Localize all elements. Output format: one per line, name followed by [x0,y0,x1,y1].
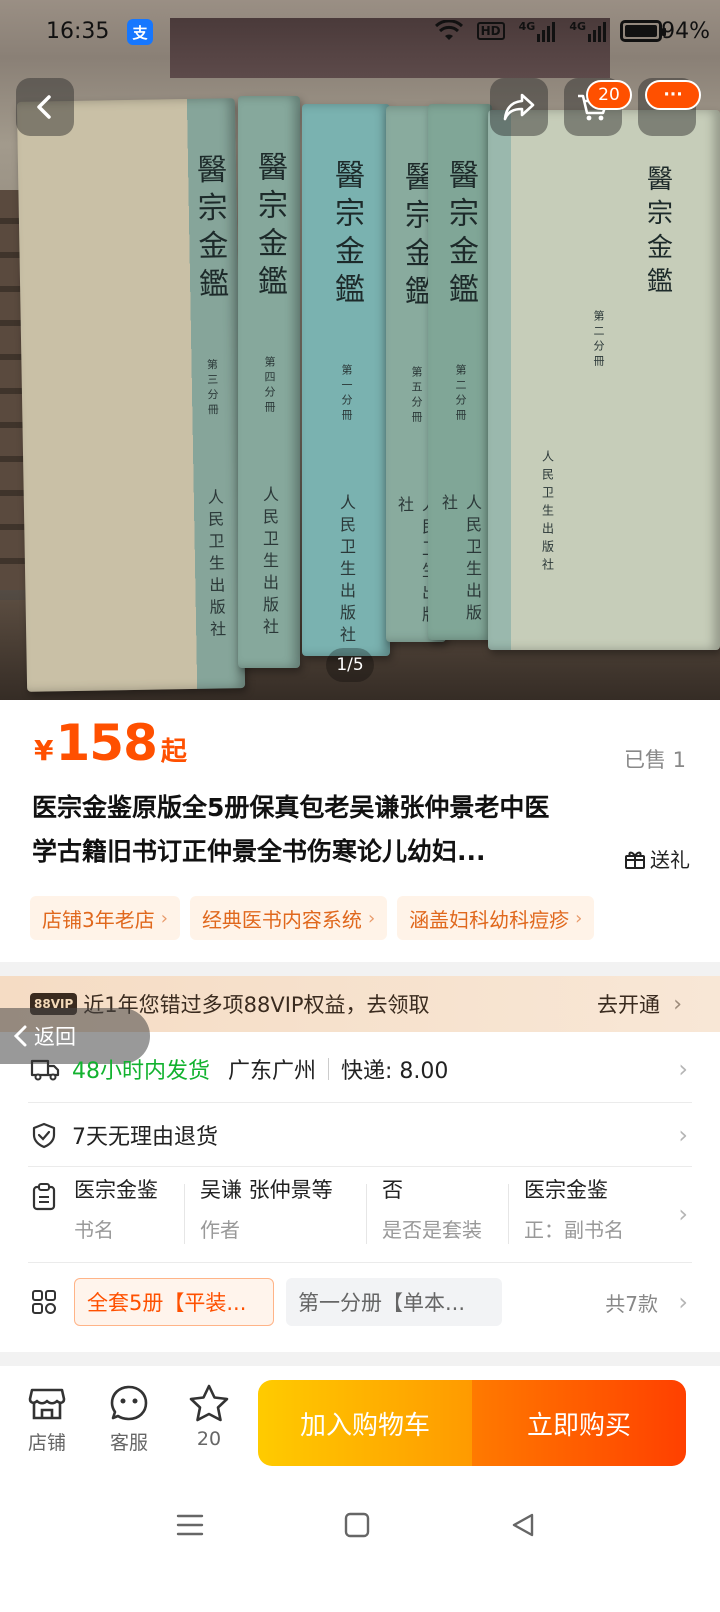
status-icons: HD 4G 4G [434,20,666,42]
bottom-action-bar: 店铺 客服 20 加入购物车 立即购买 [0,1366,720,1476]
shipping-row[interactable]: 48小时内发货 广东广州 快递: 8.00 › [28,1044,692,1094]
clipboard-icon [32,1183,56,1211]
shop-button[interactable]: 店铺 [12,1384,82,1455]
divider [366,1184,367,1244]
net-label: 4G [518,20,536,33]
param-author: 吴谦 张仲景等 作者 [200,1178,333,1242]
add-to-cart-button[interactable]: 加入购物车 [258,1380,472,1466]
ship-fee: 快递: 8.00 [341,1059,449,1084]
menu-icon[interactable] [176,1512,204,1538]
service-button[interactable]: 客服 [94,1384,164,1455]
param-subtitle: 医宗金鉴 正：副书名 [524,1178,622,1242]
signal-icon-2: 4G [569,20,606,42]
product-title-line1: 医宗金鉴原版全5册保真包老吴谦张仲景老中医 [32,793,550,822]
cart-count-badge: 20 [586,80,632,110]
product-detail-page: 醫宗金鑑 第三分冊 人民卫生出版社 醫宗金鑑 第四分冊 人民卫生出版社 醫宗金鑑… [0,0,720,1612]
share-button[interactable] [490,78,548,136]
sku-option[interactable]: 第一分册【单本... [286,1278,502,1326]
book-volume-1: 醫宗金鑑 第一分冊 人民卫生出版社 [302,104,390,656]
gift-button[interactable]: 送礼 [624,844,690,873]
photo-page-counter: 1/5 [326,648,374,682]
book-volume-4: 醫宗金鑑 第四分冊 人民卫生出版社 [238,96,300,668]
section-divider [0,1352,720,1366]
tag-shop-age[interactable]: 店铺3年老店 › [30,896,180,940]
section-divider [0,962,720,976]
delivery-truck-icon [30,1059,60,1081]
tag-coverage[interactable]: 涵盖妇科幼科痘疹 › [397,896,595,940]
returns-text: 7天无理由退货 [72,1125,218,1150]
chevron-right-icon: › [160,907,168,929]
divider [28,1102,692,1103]
chevron-right-icon: › [678,1200,688,1228]
chat-face-icon [110,1385,148,1421]
chevron-right-icon: › [678,1288,688,1316]
param-book-name: 医宗金鉴 书名 [74,1178,158,1242]
shop-label: 店铺 [27,1432,66,1454]
price-section: ¥ 158 起 已售 1 医宗金鉴原版全5册保真包老吴谦张仲景老中医 学古籍旧书… [0,700,720,962]
divider [328,1058,330,1080]
back-triangle-icon[interactable] [510,1512,536,1538]
chevron-right-icon: › [673,991,682,1017]
buy-now-button[interactable]: 立即购买 [472,1380,686,1466]
book-volume-cover: 醫宗金鑑 第二分冊 人民卫生出版社 [488,110,720,650]
ship-time: 48小时内发货 [72,1059,210,1084]
system-nav-bar [0,1476,720,1612]
hd-icon: HD [476,22,505,40]
home-square-icon[interactable] [344,1512,370,1538]
status-time: 16:35 [46,19,110,44]
sold-count: 已售 1 [623,748,686,772]
divider [28,1166,692,1167]
chevron-right-icon: › [678,1121,688,1149]
book-volume-3: 醫宗金鑑 第三分冊 人民卫生出版社 [16,98,246,692]
price: ¥ 158 起 [34,714,187,772]
book-volume-2: 醫宗金鑑 第二分冊 人民卫生出版社 [428,104,492,640]
alipay-icon: 支 [127,19,153,45]
tag-classic-books[interactable]: 经典医书内容系统 › [189,896,388,940]
chevron-right-icon: › [678,1055,688,1083]
sku-row[interactable]: 全套5册【平装... 第一分册【单本... 共7款 › [28,1276,692,1328]
product-title[interactable]: 医宗金鉴原版全5册保真包老吴谦张仲景老中医 学古籍旧书订正仲景全书伤寒论儿幼妇.… [32,786,592,874]
battery-icon [620,20,666,42]
divider [508,1184,509,1244]
price-value: 158 [55,714,157,772]
param-is-set: 否 是否是套装 [382,1178,482,1242]
chevron-right-icon: › [575,907,583,929]
vip-action[interactable]: 去开通 [597,989,660,1019]
sku-option-selected[interactable]: 全套5册【平装... [74,1278,274,1326]
shield-check-icon [32,1122,56,1149]
currency-symbol: ¥ [34,734,54,767]
store-icon [28,1388,66,1420]
params-row[interactable]: 医宗金鉴 书名 吴谦 张仲景等 作者 否 是否是套装 医宗金鉴 正：副书名 › [28,1174,692,1254]
feature-tags: 店铺3年老店 › 经典医书内容系统 › 涵盖妇科幼科痘疹 › [30,896,595,940]
chevron-left-icon [37,95,51,119]
grid-icon [32,1290,56,1314]
battery-percent: 94% [661,19,710,44]
favorite-count: 20 [196,1428,222,1450]
divider [184,1184,185,1244]
service-label: 客服 [109,1432,148,1454]
star-icon [189,1384,229,1422]
share-icon [503,93,535,121]
favorite-button[interactable]: 20 [174,1384,244,1450]
gift-icon [625,851,645,869]
product-title-line2: 学古籍旧书订正仲景全书伤寒论儿幼妇... [32,837,486,866]
chevron-right-icon: › [367,907,376,929]
gift-label: 送礼 [650,848,690,872]
ship-location: 广东广州 [228,1059,317,1084]
more-badge[interactable]: ··· [645,80,701,110]
sku-count: 共7款 [605,1291,658,1316]
back-button[interactable] [16,78,74,136]
net-label: 4G [569,20,586,33]
price-suffix: 起 [160,737,187,767]
signal-icon-1: 4G [519,20,556,42]
divider [28,1262,692,1263]
returns-row[interactable]: 7天无理由退货 › [28,1110,692,1160]
wifi-icon [434,20,463,40]
status-bar: 16:35 支 HD 4G 4G 94% [0,0,720,64]
